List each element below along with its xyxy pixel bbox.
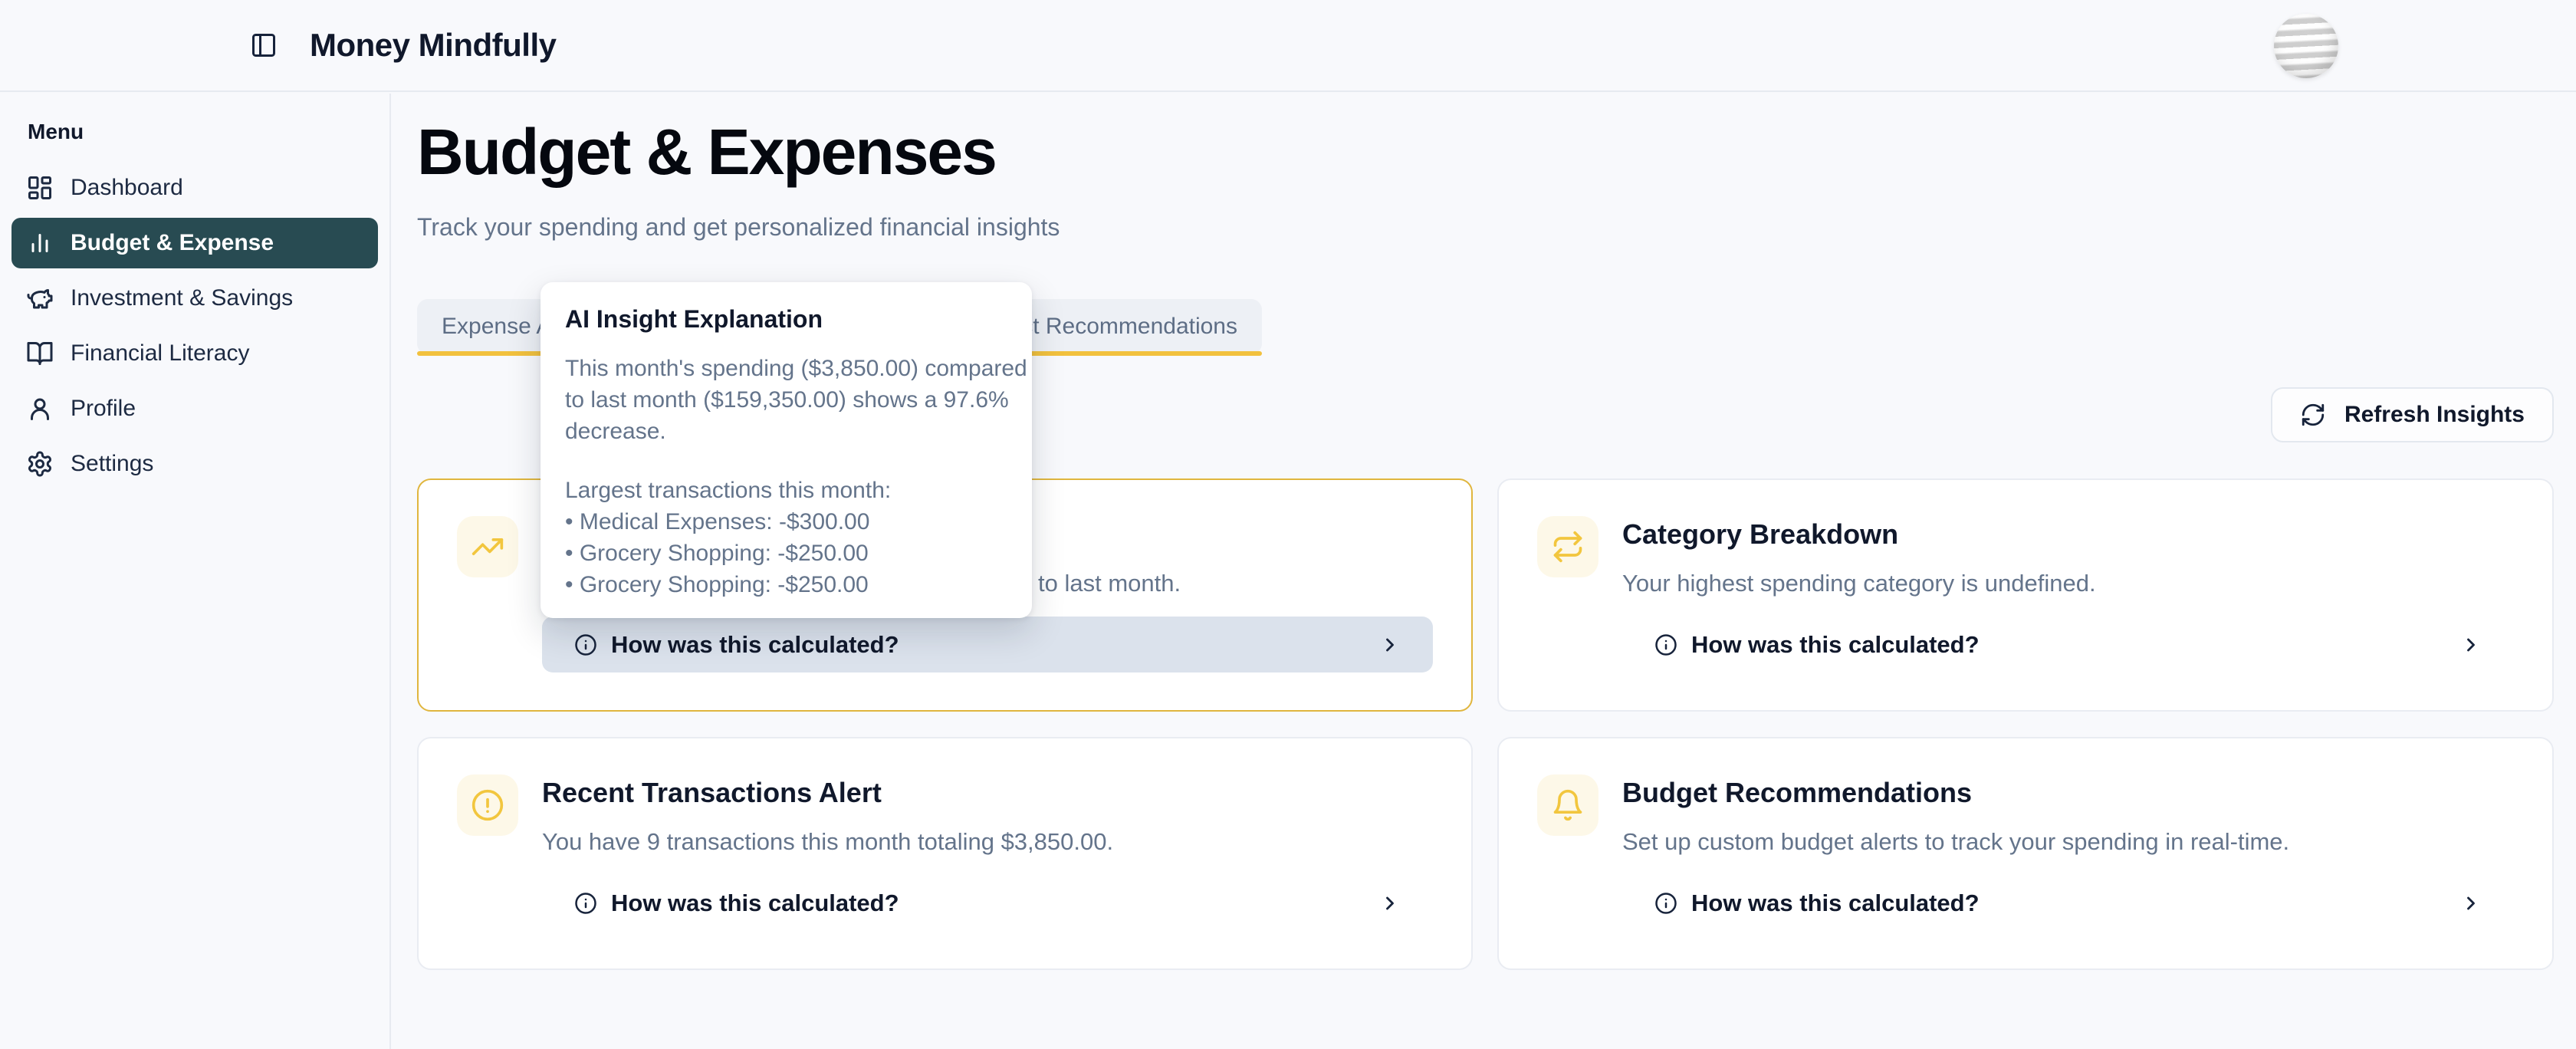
tooltip-body-line: decrease. — [565, 416, 1007, 447]
user-icon — [26, 395, 54, 423]
how-calculated-label: How was this calculated? — [611, 890, 899, 917]
tab-product-recommendations[interactable]: ct Recommendations — [1021, 314, 1237, 340]
card-subtitle: Your highest spending category is undefi… — [1622, 568, 2096, 599]
sidebar: Menu Dashboard Budget & Expense Investme… — [0, 94, 391, 1049]
card-category-breakdown: Category Breakdown Your highest spending… — [1497, 478, 2554, 712]
sidebar-item-label: Investment & Savings — [71, 285, 293, 311]
gear-icon — [26, 450, 54, 478]
chevron-right-icon — [2460, 634, 2482, 656]
card-subtitle: You have 9 transactions this month total… — [542, 827, 1113, 857]
panel-left-icon — [250, 31, 278, 59]
how-calculated-row[interactable]: How was this calculated? — [542, 617, 1433, 672]
card-title: Recent Transactions Alert — [542, 777, 882, 809]
card-title: Budget Recommendations — [1622, 777, 1972, 809]
user-avatar[interactable] — [2274, 14, 2338, 78]
chevron-right-icon — [2460, 893, 2482, 914]
repeat-icon — [1537, 516, 1598, 577]
bell-icon — [1537, 774, 1598, 836]
trending-up-icon — [457, 516, 518, 577]
info-icon — [574, 633, 597, 656]
how-calculated-row[interactable]: How was this calculated? — [542, 875, 1433, 931]
tooltip-body-line: • Grocery Shopping: -$250.00 — [565, 538, 1007, 569]
how-calculated-row[interactable]: How was this calculated? — [1622, 875, 2514, 931]
ai-insight-tooltip: AI Insight Explanation This month's spen… — [540, 282, 1032, 618]
card-budget-recommendations: Budget Recommendations Set up custom bud… — [1497, 737, 2554, 970]
tooltip-body-line — [565, 447, 1007, 475]
sidebar-item-financial-literacy[interactable]: Financial Literacy — [12, 328, 378, 379]
sidebar-item-label: Profile — [71, 396, 136, 422]
chevron-right-icon — [1379, 893, 1401, 914]
info-icon — [1654, 892, 1677, 915]
tooltip-body-line: • Grocery Shopping: -$250.00 — [565, 569, 1007, 600]
refresh-insights-label: Refresh Insights — [2344, 402, 2525, 428]
sidebar-item-dashboard[interactable]: Dashboard — [12, 163, 378, 213]
refresh-icon — [2300, 402, 2326, 428]
how-calculated-label: How was this calculated? — [611, 631, 899, 659]
tooltip-body-line: to last month ($159,350.00) shows a 97.6… — [565, 384, 1007, 416]
page-title: Budget & Expenses — [417, 117, 2576, 187]
alert-circle-icon — [457, 774, 518, 836]
sidebar-section-label: Menu — [28, 120, 389, 144]
sidebar-item-label: Budget & Expense — [71, 230, 274, 256]
tooltip-body-line: This month's spending ($3,850.00) compar… — [565, 353, 1007, 384]
sidebar-toggle-button[interactable] — [247, 28, 281, 62]
bar-chart-icon — [26, 229, 54, 257]
top-header: Money Mindfully — [0, 0, 2576, 92]
how-calculated-label: How was this calculated? — [1691, 890, 1980, 917]
sidebar-item-label: Dashboard — [71, 175, 183, 201]
card-subtitle-fragment: to last month. — [1038, 568, 1181, 599]
piggy-bank-icon — [26, 284, 54, 312]
sidebar-nav: Dashboard Budget & Expense Investment & … — [12, 163, 378, 489]
sidebar-item-label: Financial Literacy — [71, 340, 249, 367]
app-title: Money Mindfully — [310, 27, 557, 64]
sidebar-item-budget-expense[interactable]: Budget & Expense — [12, 218, 378, 268]
tooltip-body-line: • Medical Expenses: -$300.00 — [565, 506, 1007, 538]
tooltip-body-line: Largest transactions this month: — [565, 475, 1007, 506]
card-subtitle: Set up custom budget alerts to track you… — [1622, 827, 2289, 857]
page-subtitle: Track your spending and get personalized… — [417, 212, 2576, 242]
info-icon — [1654, 633, 1677, 656]
card-title: Category Breakdown — [1622, 518, 1898, 551]
refresh-insights-button[interactable]: Refresh Insights — [2271, 387, 2554, 442]
sidebar-item-profile[interactable]: Profile — [12, 383, 378, 434]
book-open-icon — [26, 340, 54, 367]
sidebar-item-settings[interactable]: Settings — [12, 439, 378, 489]
tab-expense-analysis[interactable]: Expense A — [442, 314, 551, 340]
chevron-right-icon — [1379, 634, 1401, 656]
how-calculated-label: How was this calculated? — [1691, 631, 1980, 659]
how-calculated-row[interactable]: How was this calculated? — [1622, 617, 2514, 672]
sidebar-item-investment-savings[interactable]: Investment & Savings — [12, 273, 378, 324]
dashboard-icon — [26, 174, 54, 202]
info-icon — [574, 892, 597, 915]
card-recent-transactions-alert: Recent Transactions Alert You have 9 tra… — [417, 737, 1473, 970]
sidebar-item-label: Settings — [71, 451, 153, 477]
tooltip-title: AI Insight Explanation — [565, 304, 1007, 334]
